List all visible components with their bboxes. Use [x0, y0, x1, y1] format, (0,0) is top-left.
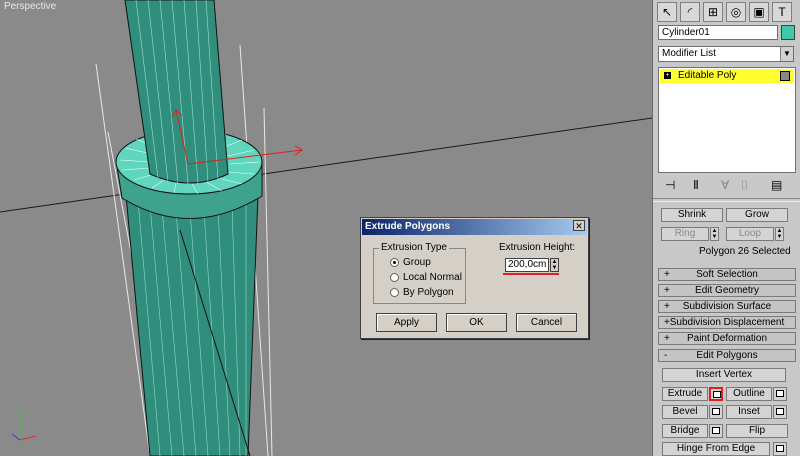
outline-button[interactable]: Outline: [726, 387, 772, 401]
axis-tripod: [11, 410, 37, 441]
cancel-button[interactable]: Cancel: [516, 313, 577, 332]
close-icon[interactable]: ✕: [573, 220, 585, 231]
stack-item-label: Editable Poly: [678, 70, 737, 81]
modifier-list-dropdown[interactable]: Modifier List ▼: [658, 46, 794, 62]
pin-stack-icon[interactable]: ⊣: [665, 178, 675, 192]
modifier-toggle-icon[interactable]: [780, 71, 790, 81]
command-panel: ↖ ◜ ⊞ ◎ ▣ T Cylinder01 Modifier List ▼ +…: [652, 0, 800, 456]
perspective-viewport[interactable]: Perspective Extrude Polygons ✕ Extrusion…: [0, 0, 652, 456]
dialog-title: Extrude Polygons: [362, 219, 587, 235]
extrusion-height-label: Extrusion Height:: [499, 242, 576, 253]
flip-button[interactable]: Flip: [726, 424, 788, 438]
show-end-result-icon[interactable]: Ⅱ: [693, 178, 699, 192]
rollout-subdivision-surface[interactable]: + Subdivision Surface: [658, 300, 796, 313]
hinge-settings-button[interactable]: [773, 442, 787, 456]
outline-settings-button[interactable]: [773, 387, 787, 401]
modifier-stack[interactable]: + Editable Poly: [658, 67, 796, 173]
grow-button[interactable]: Grow: [726, 208, 788, 222]
motion-icon[interactable]: ◎: [726, 2, 746, 22]
utilities-icon[interactable]: T: [772, 2, 792, 22]
remove-modifier-icon[interactable]: ⌷: [741, 178, 748, 193]
rollout-paint-deformation[interactable]: + Paint Deformation: [658, 332, 796, 345]
create-icon[interactable]: ↖: [657, 2, 677, 22]
apply-button[interactable]: Apply: [376, 313, 437, 332]
inset-button[interactable]: Inset: [726, 405, 772, 419]
radio-local-normal-button[interactable]: [390, 273, 399, 282]
hierarchy-icon[interactable]: ⊞: [703, 2, 723, 22]
extrusion-height-spinner[interactable]: ▲ ▼: [550, 258, 559, 272]
shrink-button[interactable]: Shrink: [661, 208, 723, 222]
rollout-edit-geometry[interactable]: + Edit Geometry: [658, 284, 796, 297]
ok-button[interactable]: OK: [446, 313, 507, 332]
rollout-soft-selection[interactable]: + Soft Selection: [658, 268, 796, 281]
rollout-edit-polygons[interactable]: - Edit Polygons: [658, 349, 796, 362]
radio-local-normal-label: Local Normal: [403, 272, 462, 283]
radio-by-polygon-button[interactable]: [390, 288, 399, 297]
modifier-list-label: Modifier List: [662, 48, 716, 59]
object-color-swatch[interactable]: [781, 25, 795, 40]
extrusion-type-label: Extrusion Type: [379, 242, 449, 253]
loop-button[interactable]: Loop: [726, 227, 774, 241]
loop-spinner[interactable]: ▲ ▼: [775, 227, 784, 241]
extrude-settings-button[interactable]: [709, 387, 723, 401]
panel-separator: [653, 198, 800, 202]
bevel-settings-button[interactable]: [709, 405, 723, 419]
wire-line: [263, 107, 273, 456]
extrusion-height-input[interactable]: 200,0cm: [505, 258, 549, 272]
extrude-button[interactable]: Extrude: [662, 387, 708, 401]
grid-line: [0, 117, 652, 213]
modify-icon[interactable]: ◜: [680, 2, 700, 22]
stack-item-editable-poly[interactable]: + Editable Poly: [660, 69, 794, 83]
display-icon[interactable]: ▣: [749, 2, 769, 22]
make-unique-icon[interactable]: ∀: [721, 178, 729, 192]
bridge-button[interactable]: Bridge: [662, 424, 708, 438]
bridge-settings-button[interactable]: [709, 424, 723, 438]
expand-icon[interactable]: +: [664, 72, 671, 79]
extrude-polygons-dialog: Extrude Polygons ✕ Extrusion Type Group …: [360, 217, 589, 339]
radio-group-button[interactable]: [390, 258, 399, 267]
selection-status: Polygon 26 Selected: [699, 246, 791, 257]
highlight-underline: [503, 273, 559, 275]
configure-sets-icon[interactable]: ▤: [771, 178, 782, 192]
hinge-from-edge-button[interactable]: Hinge From Edge: [662, 442, 770, 456]
insert-vertex-button[interactable]: Insert Vertex: [662, 368, 786, 382]
ring-spinner[interactable]: ▲ ▼: [710, 227, 719, 241]
radio-by-polygon-label: By Polygon: [403, 287, 454, 298]
radio-group-label: Group: [403, 257, 431, 268]
inset-settings-button[interactable]: [773, 405, 787, 419]
chevron-down-icon[interactable]: ▼: [780, 47, 793, 61]
object-name-field[interactable]: Cylinder01: [658, 25, 778, 40]
extrusion-type-group: Extrusion Type Group Local Normal By Pol…: [373, 242, 466, 304]
ring-button[interactable]: Ring: [661, 227, 709, 241]
rollout-subdivision-displacement[interactable]: + Subdivision Displacement: [658, 316, 796, 329]
bevel-button[interactable]: Bevel: [662, 405, 708, 419]
